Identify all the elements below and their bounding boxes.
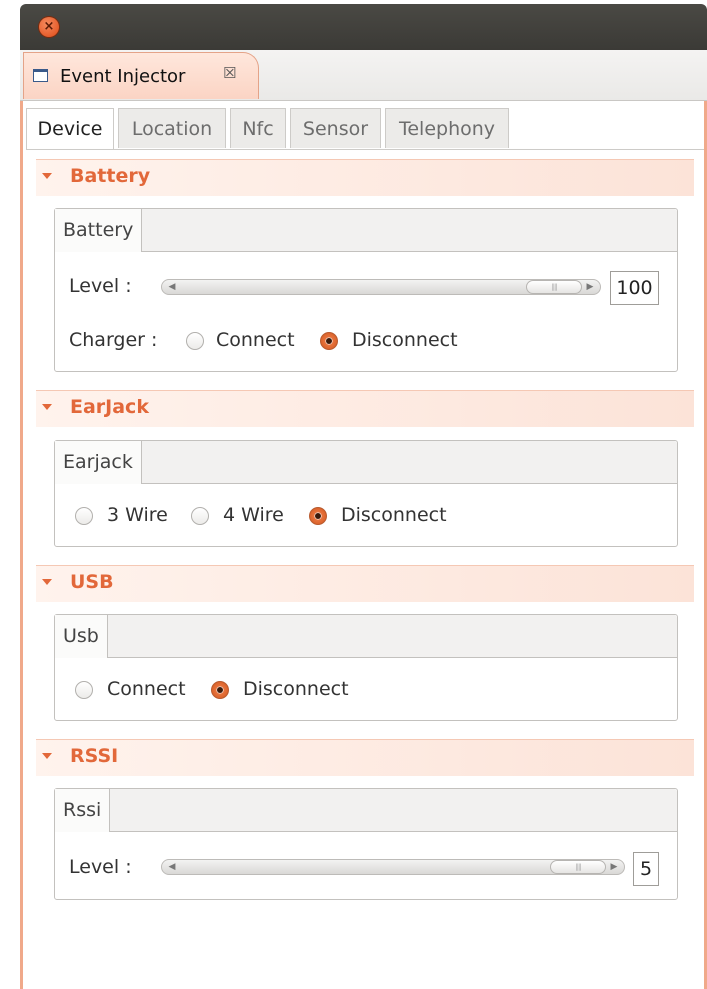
earjack-4wire-radio[interactable] bbox=[191, 507, 209, 525]
usb-connect-radio[interactable] bbox=[75, 681, 93, 699]
tab-nfc[interactable]: Nfc bbox=[230, 108, 286, 148]
section-battery-header[interactable]: Battery bbox=[36, 159, 694, 196]
earjack-3wire-label[interactable]: 3 Wire bbox=[107, 504, 168, 526]
group-tabstrip: Rssi bbox=[55, 789, 677, 832]
slider-thumb[interactable]: |||| bbox=[526, 280, 582, 294]
battery-level-value[interactable]: 100 bbox=[610, 271, 659, 305]
view-title: Event Injector bbox=[60, 66, 186, 87]
section-earjack-header[interactable]: EarJack bbox=[36, 390, 694, 427]
rssi-level-slider[interactable]: ◀ |||| ▶ bbox=[161, 859, 625, 875]
slider-right-arrow-icon[interactable]: ▶ bbox=[606, 860, 622, 874]
group-tab-battery[interactable]: Battery bbox=[55, 209, 143, 252]
view-tab-bar: Event Injector ☒ bbox=[20, 50, 707, 101]
device-tabs: Device Location Nfc Sensor Telephony bbox=[26, 108, 706, 150]
rssi-level-label: Level : bbox=[69, 856, 132, 878]
rssi-level-value[interactable]: 5 bbox=[633, 852, 659, 886]
collapse-arrow-icon[interactable] bbox=[42, 753, 52, 759]
usb-disconnect-label[interactable]: Disconnect bbox=[243, 678, 349, 700]
earjack-4wire-label[interactable]: 4 Wire bbox=[223, 504, 284, 526]
charger-connect-radio[interactable] bbox=[186, 332, 204, 350]
slider-right-arrow-icon[interactable]: ▶ bbox=[582, 280, 598, 294]
view-close-icon[interactable]: ☒ bbox=[223, 64, 236, 82]
battery-group: Battery Level : ◀ |||| ▶ 100 Charger : C… bbox=[54, 208, 678, 372]
usb-connect-label[interactable]: Connect bbox=[107, 678, 186, 700]
charger-label: Charger : bbox=[69, 329, 158, 351]
section-title: EarJack bbox=[70, 396, 149, 418]
collapse-arrow-icon[interactable] bbox=[42, 579, 52, 585]
section-title: USB bbox=[70, 571, 114, 593]
tabs-divider bbox=[26, 149, 704, 150]
usb-group: Usb Connect Disconnect bbox=[54, 614, 678, 721]
charger-connect-label[interactable]: Connect bbox=[216, 329, 295, 351]
group-tabstrip: Battery bbox=[55, 209, 677, 252]
collapse-arrow-icon[interactable] bbox=[42, 404, 52, 410]
group-tab-usb[interactable]: Usb bbox=[55, 615, 108, 658]
earjack-3wire-radio[interactable] bbox=[75, 507, 93, 525]
section-rssi-header[interactable]: RSSI bbox=[36, 739, 694, 776]
tab-telephony[interactable]: Telephony bbox=[385, 108, 509, 148]
window-titlebar: × bbox=[20, 4, 707, 50]
group-tabstrip: Usb bbox=[55, 615, 677, 658]
view-window-icon bbox=[33, 69, 48, 82]
window-close-button[interactable]: × bbox=[39, 17, 59, 37]
tab-location[interactable]: Location bbox=[118, 108, 226, 148]
collapse-arrow-icon[interactable] bbox=[42, 173, 52, 179]
section-title: RSSI bbox=[70, 745, 119, 767]
section-usb-header[interactable]: USB bbox=[36, 565, 694, 602]
battery-level-label: Level : bbox=[69, 275, 132, 297]
charger-disconnect-radio[interactable] bbox=[320, 332, 338, 350]
view-tab-event-injector[interactable]: Event Injector ☒ bbox=[23, 52, 259, 99]
group-tab-rssi[interactable]: Rssi bbox=[55, 789, 111, 832]
slider-left-arrow-icon[interactable]: ◀ bbox=[164, 860, 180, 874]
group-tabstrip: Earjack bbox=[55, 441, 677, 484]
tab-sensor[interactable]: Sensor bbox=[290, 108, 381, 148]
group-tab-earjack[interactable]: Earjack bbox=[55, 441, 142, 484]
earjack-disconnect-label[interactable]: Disconnect bbox=[341, 504, 447, 526]
usb-disconnect-radio[interactable] bbox=[211, 681, 229, 699]
rssi-group: Rssi Level : ◀ |||| ▶ 5 bbox=[54, 788, 678, 900]
slider-thumb[interactable]: |||| bbox=[550, 860, 606, 874]
close-icon: × bbox=[43, 19, 55, 34]
earjack-group: Earjack 3 Wire 4 Wire Disconnect bbox=[54, 440, 678, 547]
battery-level-slider[interactable]: ◀ |||| ▶ bbox=[161, 279, 601, 295]
charger-disconnect-label[interactable]: Disconnect bbox=[352, 329, 458, 351]
section-title: Battery bbox=[70, 165, 151, 187]
slider-left-arrow-icon[interactable]: ◀ bbox=[164, 280, 180, 294]
earjack-disconnect-radio[interactable] bbox=[309, 507, 327, 525]
tab-device[interactable]: Device bbox=[26, 108, 114, 150]
